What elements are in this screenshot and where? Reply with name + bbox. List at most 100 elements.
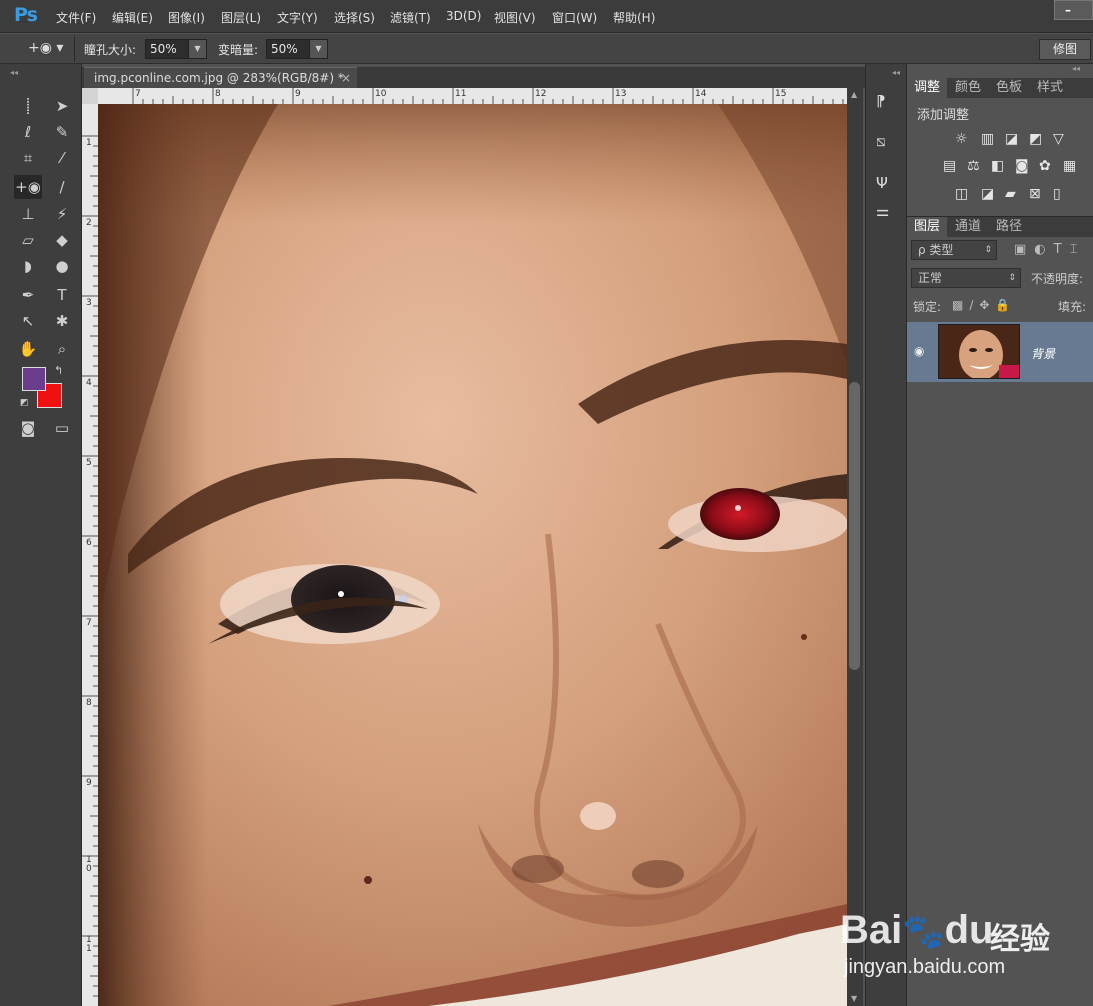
menu-file[interactable]: 文件(F) (56, 9, 96, 26)
tab-layers[interactable]: 图层 (907, 217, 947, 237)
minimize-button[interactable]: – (1054, 0, 1093, 20)
history-panel-icon[interactable]: ⁋ (876, 92, 886, 110)
menu-layer[interactable]: 图层(L) (221, 9, 261, 26)
menu-image[interactable]: 图像(I) (168, 9, 205, 26)
repair-button[interactable]: 修图 (1039, 39, 1091, 60)
menu-window[interactable]: 窗口(W) (552, 9, 597, 26)
menu-3d[interactable]: 3D(D) (446, 9, 481, 23)
hue-icon[interactable]: ▤ (943, 158, 956, 174)
type-tool-icon[interactable]: T (48, 283, 76, 307)
menu-select[interactable]: 选择(S) (334, 9, 375, 26)
menu-filter[interactable]: 滤镜(T) (390, 9, 431, 26)
brush-tool-icon[interactable]: ∕ (48, 175, 76, 199)
photo-filter-icon[interactable]: ◙ (1015, 158, 1029, 174)
lock-icons[interactable]: ▩∕✥🔒 (952, 298, 1016, 312)
tab-adjustments[interactable]: 调整 (907, 78, 947, 98)
collapse-icon[interactable]: ◂◂ (10, 68, 18, 77)
history-brush-tool-icon[interactable]: ⚡ (48, 202, 76, 226)
panel-icon-strip: ◂◂ ⁋ ⧅ Ψ ⚌ (865, 64, 907, 1006)
document-canvas[interactable] (98, 104, 847, 1006)
layer-filter-value: ρ 类型 (918, 243, 954, 257)
blend-mode-value: 正常 (918, 271, 943, 285)
collapse-icon[interactable]: ◂◂ (892, 68, 900, 77)
hand-tool-icon[interactable]: ✋ (14, 337, 42, 361)
crop-tool-icon[interactable]: ⌗ (14, 146, 42, 170)
blend-mode-select[interactable]: 正常 ⇕ (911, 268, 1021, 288)
paint-bucket-tool-icon[interactable]: ◆ (48, 228, 76, 252)
eye-icon[interactable]: ◉ (914, 344, 924, 358)
watermark-brand-text-2: du (944, 908, 994, 952)
brightness-icon[interactable]: ☼ (955, 131, 968, 147)
pupil-size-field[interactable]: 50% ▼ (145, 39, 207, 59)
chevron-down-icon[interactable]: ▼ (188, 40, 206, 58)
red-eye-tool-icon[interactable]: +◉ (14, 175, 42, 199)
watermark-brand-text: Bai (840, 908, 903, 952)
app-logo: Ps (14, 4, 38, 26)
layer-name[interactable]: 背景 (1031, 345, 1055, 362)
curves-icon[interactable]: ◪ (1005, 131, 1018, 147)
red-eye-tool-icon[interactable]: +◉ ▾ (28, 40, 63, 56)
scrollbar-thumb[interactable] (849, 382, 860, 670)
divider (74, 36, 75, 62)
adjust-panel-icon[interactable]: ⚌ (876, 202, 889, 220)
eyedropper-tool-icon[interactable]: ⁄ (48, 146, 76, 170)
paw-icon: 🐾 (902, 913, 945, 951)
ruler-label: 5 (86, 458, 92, 468)
menu-view[interactable]: 视图(V) (494, 9, 536, 26)
chevron-down-icon[interactable]: ▼ (309, 40, 327, 58)
color-lookup-icon[interactable]: ▦ (1063, 158, 1076, 174)
gradient-map-icon[interactable]: ⊠ (1029, 186, 1041, 202)
menu-help[interactable]: 帮助(H) (613, 9, 655, 26)
selective-color-icon[interactable]: ▯ (1053, 186, 1061, 202)
brush-panel-icon[interactable]: Ψ (876, 174, 888, 192)
filter-type-icons[interactable]: ▣◐T⌶ (1014, 242, 1085, 257)
eraser-tool-icon[interactable]: ▱ (14, 228, 42, 252)
vertical-ruler[interactable]: 1 2 3 4 5 6 7 8 9 10 11 (82, 104, 98, 1006)
posterize-icon[interactable]: ◪ (981, 186, 994, 202)
properties-panel-icon[interactable]: ⧅ (876, 132, 886, 150)
scroll-up-icon[interactable]: ▲ (851, 90, 857, 99)
zoom-tool-icon[interactable]: ⌕ (48, 337, 76, 361)
marquee-tool-icon[interactable]: ⸽ (14, 94, 42, 118)
lasso-tool-icon[interactable]: ℓ (14, 120, 42, 144)
foreground-color-swatch[interactable] (22, 367, 46, 391)
tab-paths[interactable]: 路径 (990, 217, 1028, 237)
move-tool-icon[interactable]: ➤ (48, 94, 76, 118)
menu-type[interactable]: 文字(Y) (277, 9, 318, 26)
default-colors-icon[interactable]: ◩ (20, 398, 29, 408)
invert-icon[interactable]: ◫ (955, 186, 968, 202)
ruler-origin[interactable] (82, 88, 98, 104)
menu-edit[interactable]: 编辑(E) (112, 9, 153, 26)
quick-select-tool-icon[interactable]: ✎ (48, 120, 76, 144)
shape-tool-icon[interactable]: ✱ (48, 309, 76, 333)
layer-filter-select[interactable]: ρ 类型 ⇕ (911, 240, 997, 260)
color-balance-icon[interactable]: ⚖ (967, 158, 980, 174)
channel-mixer-icon[interactable]: ✿ (1039, 158, 1051, 174)
pen-tool-icon[interactable]: ✒ (14, 283, 42, 307)
darken-amount-field[interactable]: 50% ▼ (266, 39, 328, 59)
horizontal-ruler[interactable]: 7 8 9 10 11 12 13 14 15 (98, 88, 847, 104)
blur-tool-icon[interactable]: ◗ (14, 254, 42, 278)
ruler-label: 7 (135, 89, 141, 99)
tab-color[interactable]: 颜色 (949, 78, 987, 98)
vibrance-icon[interactable]: ▽ (1053, 131, 1064, 147)
tab-styles[interactable]: 样式 (1031, 78, 1069, 98)
path-select-tool-icon[interactable]: ↖ (14, 309, 42, 333)
opacity-label: 不透明度: (1031, 272, 1084, 286)
threshold-icon[interactable]: ▰ (1005, 186, 1016, 202)
dodge-tool-icon[interactable]: ● (48, 254, 76, 278)
tab-channels[interactable]: 通道 (949, 217, 987, 237)
black-white-icon[interactable]: ◧ (991, 158, 1004, 174)
screen-mode-icon[interactable]: ▭ (48, 416, 76, 440)
lock-label: 锁定: (913, 300, 942, 314)
exposure-icon[interactable]: ◩ (1029, 131, 1042, 147)
document-tab[interactable]: img.pconline.com.jpg @ 283%(RGB/8#) * × (84, 67, 357, 88)
quick-mask-icon[interactable]: ◙ (14, 416, 42, 440)
ruler-label: 12 (535, 89, 547, 99)
close-icon[interactable]: × (341, 68, 351, 88)
collapse-icon[interactable]: ◂◂ (1072, 64, 1080, 73)
tab-swatches[interactable]: 色板 (990, 78, 1028, 98)
levels-icon[interactable]: ▥ (981, 131, 994, 147)
stamp-tool-icon[interactable]: ⊥ (14, 202, 42, 226)
swap-colors-icon[interactable]: ↰ (54, 364, 63, 377)
